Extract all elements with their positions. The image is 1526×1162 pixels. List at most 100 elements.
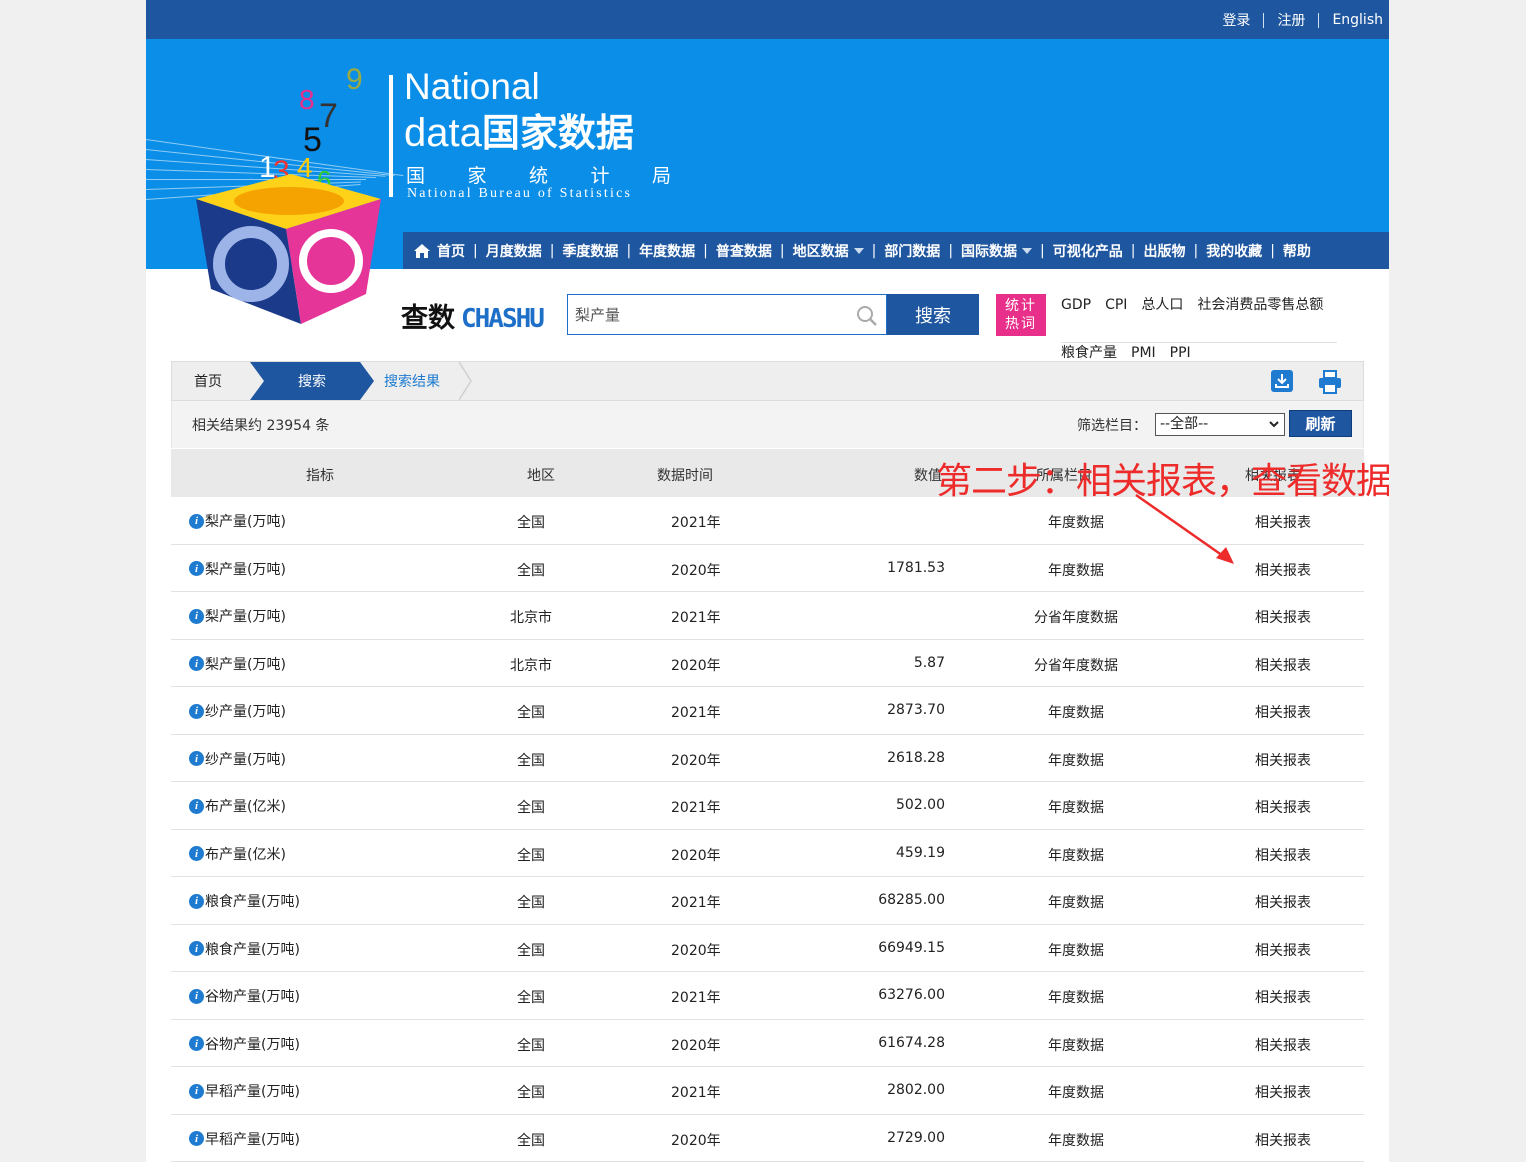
value-cell: 66949.15 [878,939,945,956]
table-row: i 谷物产量(万吨) 全国 2021年 63276.00 年度数据 相关报表 [171,972,1364,1020]
nav-item-0[interactable]: 首页 [413,241,465,261]
related-report-link[interactable]: 相关报表 [1255,892,1311,912]
result-bar: 相关结果约 23954 条 筛选栏目： --全部-- 刷新 [171,401,1364,448]
nav-item-7[interactable]: 国际数据 [961,241,1033,261]
indicator-cell[interactable]: i 梨产量(万吨) [189,559,286,579]
indicator-cell[interactable]: i 谷物产量(万吨) [189,986,300,1006]
info-icon[interactable]: i [189,513,204,529]
nav-item-10[interactable]: 我的收藏 [1206,241,1262,261]
info-icon[interactable]: i [189,656,204,671]
hot-words-row: GDP CPI 总人口 社会消费品零售总额 [1061,295,1338,343]
related-report-link[interactable]: 相关报表 [1255,702,1311,722]
info-icon[interactable]: i [189,893,204,909]
divider [1318,12,1320,28]
info-icon[interactable]: i [189,846,204,861]
related-report-link[interactable]: 相关报表 [1255,512,1311,532]
indicator-label: 布产量(亿米) [205,799,286,815]
related-report-link[interactable]: 相关报表 [1255,560,1311,580]
register-link[interactable]: 注册 [1277,10,1305,30]
column-cell: 年度数据 [1048,800,1104,816]
info-icon[interactable]: i [189,941,204,956]
nav-item-11[interactable]: 帮助 [1283,241,1311,261]
indicator-label: 纱产量(万吨) [205,704,286,720]
hot-word[interactable]: GDP [1061,297,1091,313]
info-icon[interactable]: i [189,608,204,624]
indicator-cell[interactable]: i 梨产量(万吨) [189,654,286,674]
login-link[interactable]: 登录 [1222,10,1250,30]
hot-word[interactable]: 社会消费品零售总额 [1197,297,1323,313]
nav-item-6[interactable]: 部门数据 [884,241,940,261]
download-icon[interactable] [1270,369,1294,393]
info-icon[interactable]: i [189,798,204,814]
indicator-cell[interactable]: i 谷物产量(万吨) [189,1034,300,1054]
related-report-link[interactable]: 相关报表 [1255,1130,1311,1150]
english-link[interactable]: English [1332,12,1383,28]
info-icon[interactable]: i [189,1131,204,1146]
info-icon[interactable]: i [189,703,204,719]
region-cell: 全国 [517,1085,545,1101]
info-icon[interactable]: i [189,1036,204,1051]
indicator-cell[interactable]: i 粮食产量(万吨) [189,891,300,911]
search-icon[interactable] [856,305,878,327]
related-report-link[interactable]: 相关报表 [1255,1082,1311,1102]
nav-item-1[interactable]: 月度数据 [486,241,542,261]
indicator-cell[interactable]: i 梨产量(万吨) [189,511,286,531]
nav-label: 年度数据 [639,243,696,260]
info-icon[interactable]: i [189,751,204,766]
info-icon[interactable]: i [189,561,204,576]
breadcrumb-search[interactable]: 搜索 [250,362,374,400]
related-report-link[interactable]: 相关报表 [1255,940,1311,960]
refresh-button[interactable]: 刷新 [1289,410,1352,437]
hot-word[interactable]: 粮食产量 [1061,345,1117,361]
indicator-cell[interactable]: i 梨产量(万吨) [189,606,286,626]
svg-text:8: 8 [299,84,315,115]
column-cell: 年度数据 [1048,1085,1104,1101]
indicator-cell[interactable]: i 布产量(亿米) [189,844,286,864]
print-icon[interactable] [1317,369,1343,395]
related-report-link[interactable]: 相关报表 [1255,845,1311,865]
filter-select[interactable]: --全部-- [1155,413,1285,436]
hot-word[interactable]: PPI [1170,345,1191,361]
indicator-cell[interactable]: i 早稻产量(万吨) [189,1129,300,1149]
info-icon[interactable]: i [189,988,204,1004]
nav-item-8[interactable]: 可视化产品 [1053,241,1123,261]
hot-word[interactable]: CPI [1105,297,1127,313]
indicator-label: 梨产量(万吨) [205,656,286,673]
table-row: i 梨产量(万吨) 北京市 2021年 分省年度数据 相关报表 [171,592,1364,640]
column-cell: 年度数据 [1048,1037,1104,1054]
hot-word[interactable]: 总人口 [1141,297,1183,313]
value-cell: 5.87 [913,654,945,671]
breadcrumb-home[interactable]: 首页 [194,362,222,400]
nav-item-9[interactable]: 出版物 [1143,241,1185,261]
indicator-cell[interactable]: i 纱产量(万吨) [189,749,286,769]
indicator-cell[interactable]: i 布产量(亿米) [189,796,286,816]
nav-item-3[interactable]: 年度数据 [639,241,695,261]
value-cell: 68285.00 [878,892,945,908]
related-report-link[interactable]: 相关报表 [1255,750,1311,770]
indicator-cell[interactable]: i 粮食产量(万吨) [189,939,300,959]
nav-label: 我的收藏 [1206,243,1263,260]
column-cell: 年度数据 [1048,752,1104,769]
nav-label: 季度数据 [562,243,619,260]
info-icon[interactable]: i [189,1083,204,1099]
related-report-link[interactable]: 相关报表 [1255,987,1311,1007]
related-report-link[interactable]: 相关报表 [1255,1035,1311,1055]
indicator-cell[interactable]: i 纱产量(万吨) [189,701,286,721]
related-report-link[interactable]: 相关报表 [1255,655,1311,675]
search-button[interactable]: 搜索 [887,294,979,335]
nav-item-5[interactable]: 地区数据 [793,241,864,261]
breadcrumb-chevron-icon [459,362,472,400]
breadcrumb-result[interactable]: 搜索结果 [384,362,440,400]
indicator-cell[interactable]: i 早稻产量(万吨) [189,1081,300,1101]
header-time: 数据时间 [657,468,713,484]
column-cell: 年度数据 [1048,990,1104,1006]
nav-item-2[interactable]: 季度数据 [562,241,618,261]
caret-down-icon [853,247,864,254]
logo-bureau-en: National Bureau of Statistics [407,186,633,201]
related-report-link[interactable]: 相关报表 [1255,607,1311,627]
related-report-link[interactable]: 相关报表 [1255,797,1311,817]
search-input[interactable] [568,295,838,333]
hot-word[interactable]: PMI [1131,345,1156,361]
nav-item-4[interactable]: 普查数据 [716,241,772,261]
region-cell: 全国 [517,562,545,579]
